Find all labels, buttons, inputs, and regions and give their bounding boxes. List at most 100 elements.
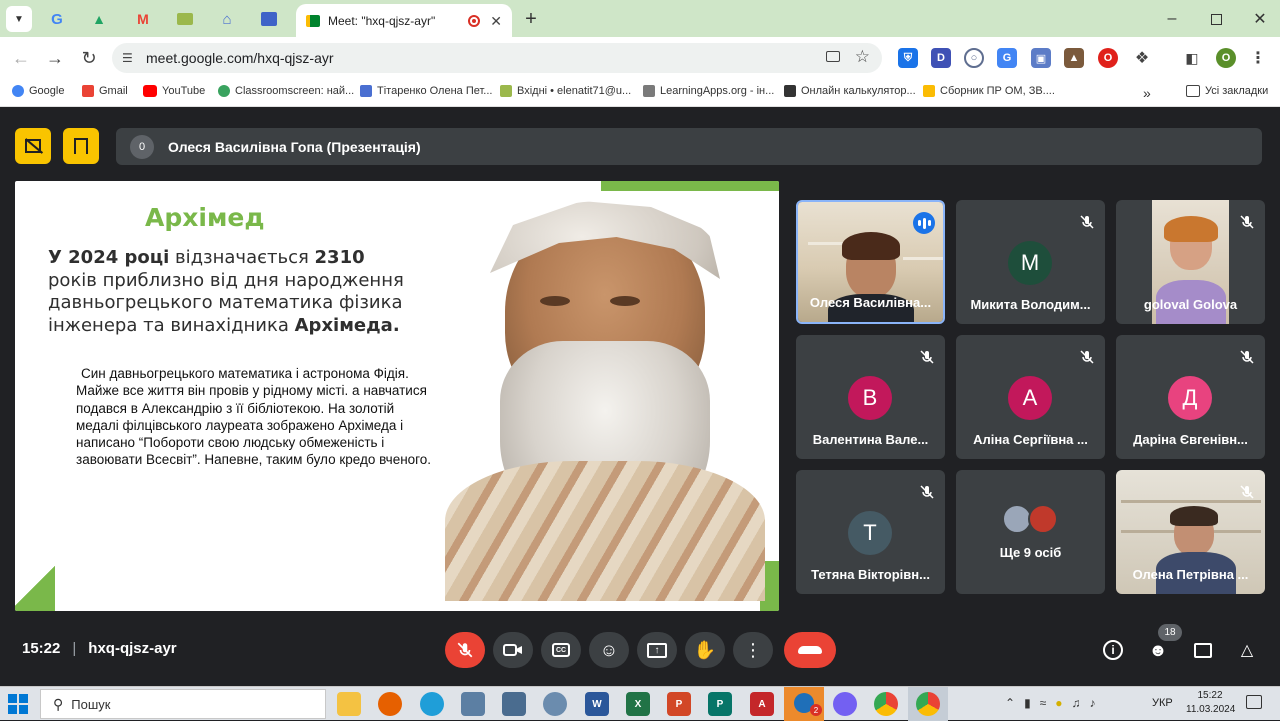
participant-tile-6[interactable]: Д Даріна Євгенівн... bbox=[1116, 335, 1265, 459]
close-tab-icon[interactable]: ✕ bbox=[490, 13, 502, 30]
star-icon[interactable]: ☆ bbox=[855, 47, 870, 67]
participant-tile-5[interactable]: А Аліна Сергіївна ... bbox=[956, 335, 1105, 459]
bookmark-calculator[interactable]: Онлайн калькулятор... bbox=[784, 85, 916, 97]
chrome-active-window[interactable] bbox=[908, 687, 948, 721]
taskbar-clock[interactable]: 15:22 11.03.2024 bbox=[1186, 689, 1236, 717]
tab-strip: ▼ G ▲ M ⌂ Meet: "hxq-qjsz-ayr" ✕ + – ✕ bbox=[0, 0, 1280, 38]
meeting-details-button[interactable]: i bbox=[1099, 636, 1127, 664]
notepad-icon[interactable] bbox=[461, 692, 485, 716]
reload-button[interactable]: ↻ bbox=[76, 45, 102, 71]
door-icon bbox=[74, 138, 88, 154]
screen-extension-icon[interactable]: ▣ bbox=[1031, 48, 1051, 68]
more-options-button[interactable]: ⋮ bbox=[733, 632, 773, 668]
participant-tile-4[interactable]: В Валентина Вале... bbox=[796, 335, 945, 459]
access-icon[interactable]: A bbox=[750, 692, 774, 716]
d-extension-icon[interactable]: D bbox=[931, 48, 951, 68]
bookmark-gmail[interactable]: Gmail bbox=[82, 85, 128, 97]
bookmark-google[interactable]: Google bbox=[12, 85, 64, 97]
powerpoint-icon[interactable]: P bbox=[667, 692, 691, 716]
calculator-icon[interactable] bbox=[502, 692, 526, 716]
presentation-layout-button[interactable] bbox=[15, 128, 51, 164]
speaker-icon[interactable]: ♫ bbox=[1072, 696, 1081, 710]
wifi-icon[interactable]: ≈ bbox=[1040, 696, 1047, 710]
pinned-tab-gmail[interactable]: M bbox=[130, 6, 156, 32]
pinned-tab-classroom[interactable]: ⌂ bbox=[214, 6, 240, 32]
captions-button[interactable]: CC bbox=[541, 632, 581, 668]
owl-extension-icon[interactable]: ▲ bbox=[1064, 48, 1084, 68]
more-bookmarks-button[interactable]: » bbox=[1143, 85, 1151, 101]
bookmark-learningapps[interactable]: LearningApps.org - ін... bbox=[643, 85, 774, 97]
camera-toggle-button[interactable] bbox=[493, 632, 533, 668]
site-settings-icon[interactable]: ☰ bbox=[122, 51, 133, 65]
address-bar[interactable]: ☰ meet.google.com/hxq-qjsz-ayr ☆ bbox=[112, 43, 882, 73]
maximize-button[interactable] bbox=[1196, 6, 1236, 32]
participant-tile-2[interactable]: М Микита Володим... bbox=[956, 200, 1105, 324]
file-explorer-icon[interactable] bbox=[337, 692, 361, 716]
all-bookmarks-button[interactable]: Усі закладки bbox=[1186, 85, 1268, 97]
bookmark-titarenko[interactable]: Тітаренко Олена Пет... bbox=[360, 85, 492, 97]
people-button[interactable]: ☻ 18 bbox=[1144, 624, 1182, 664]
participant-tile-7[interactable]: Т Тетяна Вікторівн... bbox=[796, 470, 945, 594]
chevron-up-icon[interactable]: ⌃ bbox=[1005, 696, 1015, 710]
bookmark-youtube[interactable]: YouTube bbox=[143, 85, 205, 97]
new-tab-button[interactable]: + bbox=[518, 6, 544, 32]
raise-hand-button[interactable]: ✋ bbox=[685, 632, 725, 668]
battery-icon[interactable]: ▮ bbox=[1024, 696, 1031, 710]
excel-icon[interactable]: X bbox=[626, 692, 650, 716]
participant-tile-9[interactable]: Олена Петрівна ... bbox=[1116, 470, 1265, 594]
meet-area: 0 Олеся Василівна Гопа (Презентація) Арх… bbox=[0, 108, 1280, 686]
back-button[interactable]: ← bbox=[8, 45, 34, 71]
edge-icon[interactable] bbox=[420, 692, 444, 716]
exit-presentation-button[interactable] bbox=[63, 128, 99, 164]
tab-meet[interactable]: Meet: "hxq-qjsz-ayr" ✕ bbox=[296, 4, 512, 38]
menu-kebab-icon[interactable]: ⋮ bbox=[1248, 48, 1268, 68]
windows-start-button[interactable] bbox=[8, 694, 28, 714]
participant-avatar: А bbox=[1008, 376, 1052, 420]
participant-tile-1[interactable]: Олеся Василівна... bbox=[796, 200, 945, 324]
activities-button[interactable]: △ bbox=[1233, 636, 1261, 664]
participant-tile-3[interactable]: goloval Golova bbox=[1116, 200, 1265, 324]
circle-extension-icon[interactable]: ○ bbox=[964, 48, 984, 68]
tab-search-button[interactable]: ▼ bbox=[6, 6, 32, 32]
viber-icon[interactable] bbox=[833, 692, 857, 716]
chrome-icon[interactable] bbox=[874, 692, 898, 716]
norton-icon[interactable]: ● bbox=[1055, 696, 1062, 710]
app-globe-icon[interactable] bbox=[543, 692, 567, 716]
minimize-button[interactable]: – bbox=[1152, 6, 1192, 32]
firefox-icon[interactable] bbox=[378, 692, 402, 716]
pinned-tab-drive[interactable]: ▲ bbox=[86, 6, 112, 32]
shield-extension-icon[interactable]: ⛨ bbox=[898, 48, 918, 68]
language-indicator[interactable]: УКР bbox=[1152, 697, 1173, 709]
bookmark-classroomscreen[interactable]: Classroomscreen: най... bbox=[218, 85, 354, 97]
pinned-tab-google[interactable]: G bbox=[44, 6, 70, 32]
reload-icon: ↻ bbox=[81, 47, 97, 68]
close-window-button[interactable]: ✕ bbox=[1240, 6, 1280, 32]
notification-center-icon[interactable] bbox=[1246, 695, 1262, 709]
microphone-toggle-button[interactable] bbox=[445, 632, 485, 668]
leave-call-button[interactable] bbox=[784, 632, 836, 668]
camera-icon[interactable] bbox=[826, 51, 840, 62]
forward-button[interactable]: → bbox=[42, 45, 68, 71]
puzzle-extensions-icon[interactable]: ❖ bbox=[1132, 48, 1152, 68]
publisher-icon[interactable]: P bbox=[708, 692, 732, 716]
reactions-button[interactable]: ☺ bbox=[589, 632, 629, 668]
clock-date: 11.03.2024 bbox=[1186, 704, 1236, 715]
pinned-tab-contacts[interactable] bbox=[256, 6, 282, 32]
word-icon[interactable]: W bbox=[585, 692, 609, 716]
volume-icon[interactable]: ♪ bbox=[1090, 696, 1096, 710]
present-screen-button[interactable]: ↑ bbox=[637, 632, 677, 668]
hang-up-icon bbox=[798, 646, 822, 654]
pinned-tab-mail[interactable] bbox=[172, 6, 198, 32]
more-participants-tile[interactable]: Ще 9 осіб bbox=[956, 470, 1105, 594]
sidepanel-icon[interactable]: ◧ bbox=[1182, 48, 1202, 68]
bookmark-sbornik[interactable]: Сборник ПР ОМ, ЗВ.... bbox=[923, 85, 1055, 97]
chat-button[interactable] bbox=[1189, 636, 1217, 664]
taskbar-search-box[interactable]: ⚲ Пошук bbox=[40, 689, 326, 719]
profile-avatar[interactable]: O bbox=[1216, 48, 1236, 68]
translate-extension-icon[interactable]: G bbox=[997, 48, 1017, 68]
bookmark-inbox[interactable]: Вхідні • elenatit71@u... bbox=[500, 85, 631, 97]
adblock-extension-icon[interactable]: O bbox=[1098, 48, 1118, 68]
taskbar-app-active[interactable]: 2 bbox=[784, 687, 824, 721]
all-bookmarks-label: Усі закладки bbox=[1205, 85, 1269, 97]
arrow-right-icon: → bbox=[46, 47, 64, 68]
